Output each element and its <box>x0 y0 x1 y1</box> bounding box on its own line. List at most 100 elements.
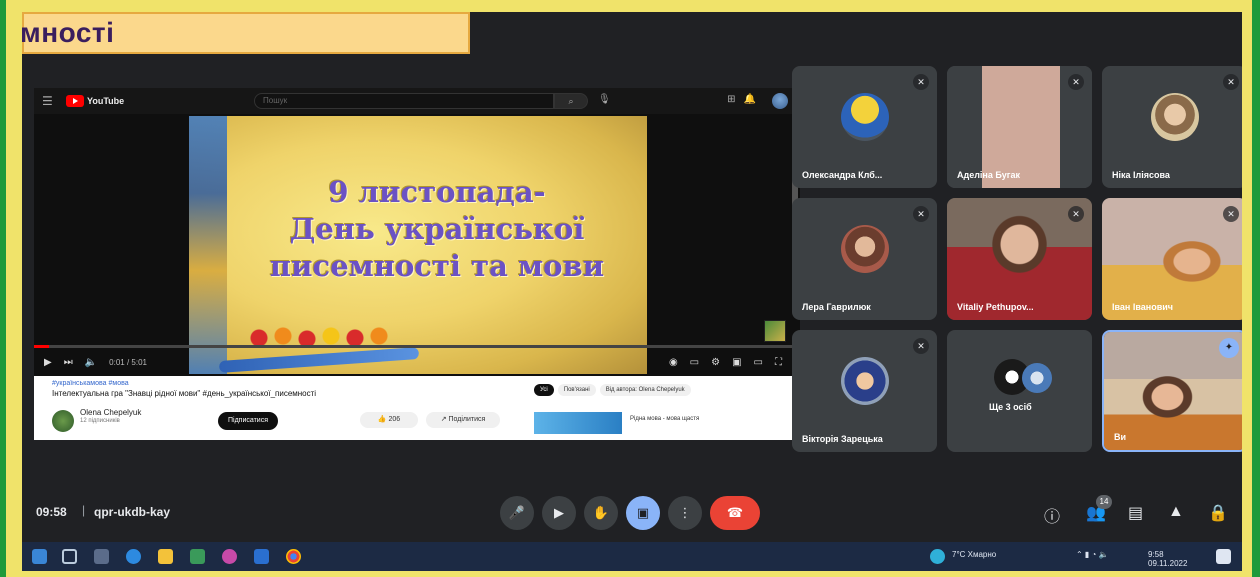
video-hashtags[interactable]: #українськамова #мова <box>52 380 129 387</box>
search-icon[interactable] <box>62 549 77 564</box>
more-icon: ⋮ <box>678 505 692 520</box>
page-frame-left <box>0 0 22 577</box>
volume-icon[interactable]: 🔈 <box>85 357 97 368</box>
participant-name: Олександра Клб... <box>802 170 883 180</box>
raise-hand-button[interactable]: ✋ <box>584 496 618 530</box>
slide-ribbon-decoration <box>189 116 227 374</box>
task-view-icon[interactable] <box>94 549 109 564</box>
tray-icons[interactable]: ⌃ ▮ ◔ 🔈 <box>1076 550 1109 559</box>
app-icon[interactable] <box>222 549 237 564</box>
mic-off-icon: ✕ <box>913 74 929 90</box>
windows-taskbar: 7°C Хмарно ⌃ ▮ ◔ 🔈 9:58 09.11.2022 <box>22 542 1242 571</box>
file-explorer-icon[interactable] <box>158 549 173 564</box>
recommended-video-thumbnail[interactable] <box>534 412 622 434</box>
play-icon[interactable]: ▶ <box>44 357 52 368</box>
header-actions[interactable]: ⊞🔔 <box>727 94 764 105</box>
mic-off-icon: ✕ <box>913 338 929 354</box>
video-progress-fill <box>34 345 50 348</box>
present-button[interactable]: ▣ <box>626 496 660 530</box>
chrome-icon[interactable] <box>286 549 301 564</box>
participant-name: Іван Іванович <box>1112 302 1174 312</box>
clock-date: 09.11.2022 <box>1148 559 1188 568</box>
video-watermark-thumbnail <box>764 320 786 342</box>
participant-name: Ви <box>1114 432 1127 442</box>
youtube-logo-icon[interactable] <box>66 95 84 107</box>
participant-avatar <box>1150 93 1199 142</box>
mic-icon: 🎤 <box>508 505 526 520</box>
meet-control-bar: 09:58 | qpr-ukdb-kay 🎤 ▶ ✋ ▣ ⋮ ☎ ⓘ 👥 14 ▤… <box>22 488 1242 538</box>
voice-search-icon[interactable]: 🎙 <box>598 94 611 105</box>
youtube-header: ☰ YouTube Пошук ⌕ 🎙 ⊞🔔 <box>34 88 800 114</box>
youtube-search-input[interactable]: Пошук <box>254 93 554 109</box>
camera-toggle-button[interactable]: ▶ <box>542 496 576 530</box>
participant-tile[interactable]: ✕ Іван Іванович <box>1102 198 1242 320</box>
channel-avatar[interactable] <box>52 410 74 432</box>
video-progress-bar[interactable] <box>34 345 800 348</box>
chip-related[interactable]: Пов'язані <box>557 384 596 396</box>
participant-tile[interactable]: ✕ Аделіна Бугак <box>947 66 1092 188</box>
participant-tile[interactable]: ✕ Лера Гаврилюк <box>792 198 937 320</box>
account-avatar[interactable] <box>772 93 788 109</box>
mic-toggle-button[interactable]: 🎤 <box>500 496 534 530</box>
video-info-panel: #українськамова #мова Інтелектуальна гра… <box>34 376 800 440</box>
autoplay-toggle-icon[interactable]: ◉ <box>669 357 678 368</box>
notifications-icon[interactable] <box>1216 549 1231 564</box>
recommendation-chips: Усі Пов'язані Від автора: Olena Chepelyu… <box>534 384 691 396</box>
self-tile[interactable]: ✦ Ви <box>1102 330 1242 452</box>
captions-icon[interactable]: ▭ <box>690 357 699 368</box>
page-frame-right <box>1242 0 1260 577</box>
participant-tile[interactable]: ✕ Ніка Іліясова <box>1102 66 1242 188</box>
menu-icon[interactable]: ☰ <box>42 94 56 108</box>
store-icon[interactable] <box>190 549 205 564</box>
settings-icon[interactable]: ⚙ <box>711 357 720 368</box>
share-button[interactable]: ↗ Поділитися <box>426 412 500 428</box>
chip-from-author[interactable]: Від автора: Olena Chepelyuk <box>599 384 691 396</box>
chat-icon[interactable]: ▤ <box>1128 503 1143 523</box>
end-call-icon: ☎ <box>726 505 744 520</box>
people-icon[interactable]: 👥 14 <box>1086 495 1112 523</box>
mic-off-icon: ✕ <box>1068 206 1084 222</box>
title-banner: мності <box>22 12 470 54</box>
participant-tile[interactable]: ✕ Олександра Клб... <box>792 66 937 188</box>
participant-name: Лера Гаврилюк <box>802 302 871 312</box>
channel-name[interactable]: Olena Chepelyuk <box>80 408 141 417</box>
edge-icon[interactable] <box>126 549 141 564</box>
participant-count-badge: 14 <box>1096 495 1112 509</box>
weather-icon[interactable] <box>930 549 945 564</box>
activities-icon[interactable]: ▲ <box>1168 503 1184 521</box>
end-call-button[interactable]: ☎ <box>710 496 760 530</box>
clock[interactable]: 9:58 09.11.2022 <box>1148 550 1187 568</box>
participant-avatar <box>840 225 889 274</box>
weather-text[interactable]: 7°C Хмарно <box>952 550 996 559</box>
host-controls-icon[interactable]: 🔒 <box>1208 503 1228 523</box>
banner-text: мності <box>22 17 115 48</box>
participant-tile[interactable]: ✕ Vitaliy Pethupov... <box>947 198 1092 320</box>
fullscreen-icon[interactable]: ⛶ <box>775 357 782 368</box>
mail-icon[interactable] <box>254 549 269 564</box>
pin-icon[interactable]: ✦ <box>1219 338 1239 358</box>
video-title: Інтелектуальна гра "Знавці рідної мови" … <box>52 389 317 398</box>
present-icon: ▣ <box>636 505 650 520</box>
theater-icon[interactable]: ▭ <box>754 357 763 368</box>
participant-avatar <box>840 93 889 142</box>
recommended-video-title[interactable]: Рідна мова - мова щастя <box>630 416 699 422</box>
windows-start-icon[interactable] <box>32 549 47 564</box>
meet-screen: мності ☰ YouTube Пошук ⌕ 🎙 ⊞🔔 9 листопад… <box>22 12 1242 571</box>
like-button[interactable]: 👍 206 <box>360 412 418 428</box>
chip-all[interactable]: Усі <box>534 384 554 396</box>
next-icon[interactable]: ⏭ <box>64 357 73 368</box>
meeting-code: qpr-ukdb-kay <box>94 505 171 519</box>
slide-title-line-3: писемності та мови <box>269 249 605 283</box>
channel-subscribers: 12 підписників <box>80 418 120 424</box>
participant-tile[interactable]: Ще 3 осіб <box>947 330 1092 452</box>
participant-tile[interactable]: ✕ Вікторія Зарецька <box>792 330 937 452</box>
mic-off-icon: ✕ <box>913 206 929 222</box>
more-options-button[interactable]: ⋮ <box>668 496 702 530</box>
video-player[interactable]: 9 листопада- День української писемності… <box>189 116 647 374</box>
slide-title: 9 листопада- День української писемності… <box>227 174 647 285</box>
subscribe-button[interactable]: Підписатися <box>218 412 278 430</box>
search-icon[interactable]: ⌕ <box>554 93 588 109</box>
info-icon[interactable]: ⓘ <box>1044 503 1060 527</box>
youtube-brand: YouTube <box>87 96 125 106</box>
miniplayer-icon[interactable]: ▣ <box>732 357 741 368</box>
